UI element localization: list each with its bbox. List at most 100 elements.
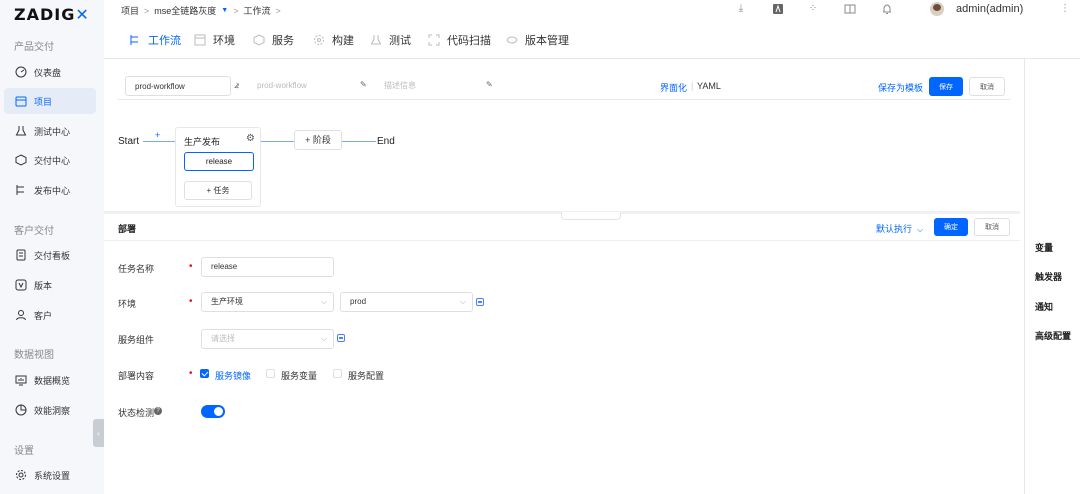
project-dropdown-icon[interactable]: ▼ (221, 7, 228, 14)
code-scan-icon (427, 34, 440, 47)
sidebar-item-test-center[interactable]: 测试中心 (4, 118, 96, 144)
sidebar-item-release-center[interactable]: 发布中心 (4, 177, 96, 203)
name-edit-icon[interactable]: ⦨ (234, 80, 239, 91)
status-check-toggle[interactable] (201, 405, 225, 418)
add-task-button[interactable]: + 任务 (184, 181, 252, 200)
tab-build[interactable]: 构建 (312, 32, 354, 48)
breadcrumb-separator: > (275, 5, 281, 16)
tab-test[interactable]: 测试 (369, 32, 411, 48)
checkbox-service-variable-label[interactable]: 服务变量 (281, 369, 317, 382)
right-config-panel: 变量 触发器 通知 高级配置 (1024, 59, 1080, 494)
sidebar-item-label: 效能洞察 (34, 405, 71, 416)
breadcrumb-item-project-name[interactable]: mse全链路灰度 (154, 4, 216, 17)
save-as-template-link[interactable]: 保存为模板 (878, 81, 923, 94)
dashboard-icon (14, 66, 27, 79)
right-item-triggers[interactable]: 触发器 (1035, 270, 1062, 283)
sidebar-item-label: 仪表盘 (34, 67, 62, 78)
job-release[interactable]: release (184, 152, 254, 171)
right-item-variables[interactable]: 变量 (1035, 241, 1053, 254)
default-run-dropdown[interactable]: 默认执行 ⌵ (876, 222, 923, 235)
flow-start-label: Start (118, 136, 140, 147)
insight-icon (14, 404, 27, 417)
workflow-name-input[interactable]: prod-workflow (125, 76, 231, 96)
add-stage-button[interactable]: + 阶段 (294, 130, 342, 150)
checkbox-service-config[interactable] (333, 369, 342, 378)
avatar[interactable] (930, 2, 944, 16)
deploy-cancel-button[interactable]: 取消 (974, 218, 1010, 236)
sidebar-item-delivery-board[interactable]: 交付看板 (4, 242, 96, 268)
flow-connector (342, 141, 376, 142)
env-select[interactable]: prod ⌵ (340, 292, 473, 312)
yaml-mode-toggle[interactable]: YAML (697, 81, 721, 91)
checkbox-service-config-label[interactable]: 服务配置 (348, 369, 384, 382)
translate-icon[interactable] (772, 3, 784, 15)
service-label: 服务组件 (118, 335, 155, 345)
workflow-identifier-input[interactable]: prod-workflow (248, 76, 358, 96)
version-icon (14, 279, 27, 292)
right-item-notifications[interactable]: 通知 (1035, 300, 1053, 313)
task-name-input[interactable]: release (201, 257, 334, 277)
docs-icon[interactable] (844, 3, 856, 15)
required-mark: • (189, 261, 193, 272)
section-data-view: 数据视图 (14, 350, 54, 361)
required-mark: • (189, 368, 193, 379)
tab-workflow[interactable]: 工作流 (128, 32, 181, 48)
ui-mode-toggle[interactable]: 界面化 (660, 81, 687, 94)
resize-handle[interactable] (561, 212, 621, 220)
username[interactable]: admin(admin) (956, 3, 1023, 15)
status-check-label: 状态检测 (118, 408, 155, 418)
service-icon (252, 34, 265, 47)
zadig-logo[interactable]: ZADIG✕ (14, 5, 90, 24)
sidebar-item-data-overview[interactable]: 数据概览 (4, 367, 96, 393)
flow-connector (261, 141, 294, 142)
save-button[interactable]: 保存 (929, 77, 963, 96)
sidebar-item-system-settings[interactable]: 系统设置 (4, 462, 96, 488)
help-icon[interactable]: ? (154, 407, 162, 415)
sidebar-item-label: 数据概览 (34, 375, 71, 386)
download-icon[interactable]: ⤓ (735, 3, 747, 15)
sidebar-item-label: 版本 (34, 280, 53, 291)
breadcrumb-separator: > (233, 5, 239, 16)
confirm-button[interactable]: 确定 (934, 218, 968, 236)
service-info-icon[interactable] (337, 334, 345, 342)
workflow-description-input[interactable]: 描述信息 (375, 76, 495, 96)
delivery-board-icon (14, 249, 27, 262)
more-vertical-icon[interactable]: ⋮ (1060, 3, 1070, 14)
gear-icon[interactable]: ⚙ (246, 133, 255, 144)
checkbox-service-image[interactable] (200, 369, 209, 378)
bell-icon[interactable] (881, 3, 893, 15)
env-type-select[interactable]: 生产环境 ⌵ (201, 292, 334, 312)
plugin-icon[interactable]: ⁘ (807, 3, 819, 15)
customer-icon (14, 309, 27, 322)
deploy-panel-title: 部署 (118, 224, 137, 234)
tab-code-scan[interactable]: 代码扫描 (427, 32, 491, 48)
sidebar-item-insight[interactable]: 效能洞察 (4, 397, 96, 423)
description-edit-icon[interactable]: ✎ (486, 80, 493, 89)
sidebar-item-customer[interactable]: 客户 (4, 302, 96, 328)
insert-stage-before-button[interactable]: + (155, 130, 160, 140)
required-mark: • (189, 296, 193, 307)
workflow-icon (128, 34, 141, 47)
breadcrumb-item-workflow[interactable]: 工作流 (244, 4, 271, 17)
env-label: 环境 (118, 299, 137, 309)
checkbox-service-image-label[interactable]: 服务镜像 (215, 369, 251, 382)
tab-service[interactable]: 服务 (252, 32, 294, 48)
cancel-button[interactable]: 取消 (969, 77, 1005, 96)
service-select[interactable]: 请选择 ⌵ (201, 329, 334, 349)
checkbox-service-variable[interactable] (266, 369, 275, 378)
tab-version-manage[interactable]: 版本管理 (505, 32, 569, 48)
stage-title[interactable]: 生产发布 (184, 135, 220, 148)
tab-environment[interactable]: 环境 (193, 32, 235, 48)
breadcrumb-item-project[interactable]: 项目 (121, 4, 139, 17)
sidebar-item-project[interactable]: 项目 (4, 88, 96, 114)
right-item-advanced[interactable]: 高级配置 (1035, 329, 1071, 342)
project-tabs: 工作流 环境 服务 构建 测试 代码扫描 版本管理 (104, 20, 1080, 59)
sidebar-item-delivery-center[interactable]: 交付中心 (4, 147, 96, 173)
sidebar-item-version[interactable]: 版本 (4, 272, 96, 298)
env-info-icon[interactable] (476, 298, 484, 306)
chevron-down-icon: ⌵ (320, 334, 327, 343)
identifier-edit-icon[interactable]: ✎ (360, 80, 367, 89)
sidebar-collapse-handle[interactable]: ‹ (93, 419, 104, 447)
sidebar-item-dashboard[interactable]: 仪表盘 (4, 59, 96, 85)
test-icon (369, 34, 382, 47)
